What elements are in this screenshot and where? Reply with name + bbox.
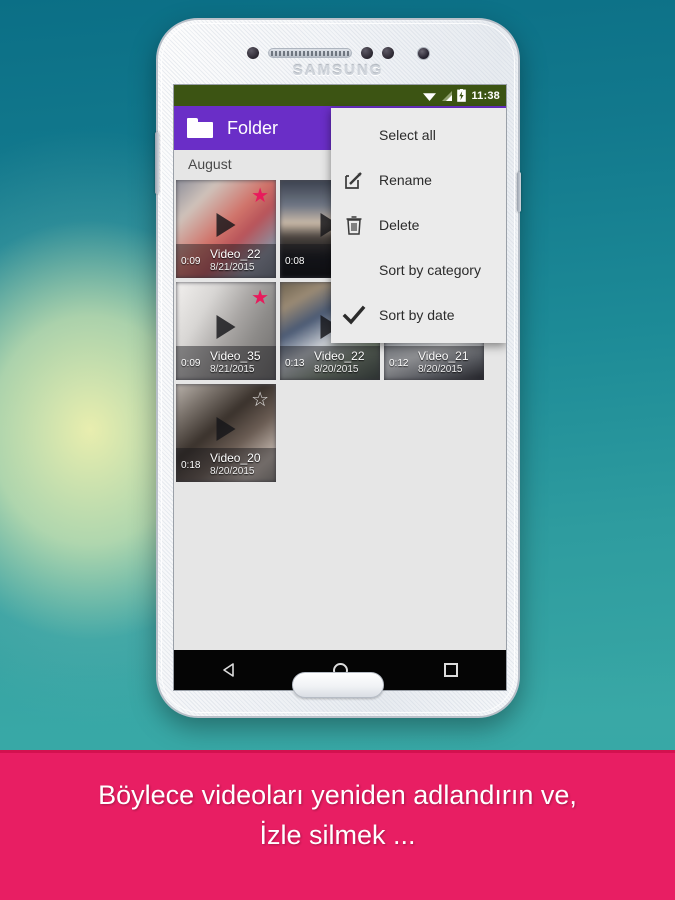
video-date: 8/20/2015 bbox=[210, 466, 255, 478]
video-thumbnail[interactable]: ☆ 0:18 Video_20 8/20/2015 bbox=[176, 384, 276, 482]
menu-item-sort-by-date[interactable]: Sort by date bbox=[331, 292, 506, 337]
video-name: Video_35 bbox=[210, 349, 261, 364]
video-duration: 0:18 bbox=[181, 459, 201, 471]
menu-item-label: Select all bbox=[379, 126, 436, 143]
back-icon bbox=[223, 663, 234, 677]
menu-item-rename[interactable]: Rename bbox=[331, 157, 506, 202]
play-icon bbox=[216, 213, 236, 238]
rename-icon bbox=[342, 168, 366, 192]
front-camera-icon bbox=[416, 46, 430, 60]
volume-button[interactable] bbox=[155, 132, 159, 194]
overflow-menu[interactable]: Select all Rename Delete Sort by category So… bbox=[331, 108, 506, 343]
status-bar-time: 11:38 bbox=[471, 89, 500, 102]
battery-charging-icon bbox=[457, 89, 467, 102]
folder-icon bbox=[187, 118, 213, 138]
video-meta: 0:09 Video_22 8/21/2015 bbox=[176, 244, 276, 278]
check-icon bbox=[342, 303, 366, 327]
star-outline-icon[interactable]: ☆ bbox=[251, 390, 269, 410]
video-meta: 0:12 Video_21 8/20/2015 bbox=[384, 346, 484, 380]
video-name: Video_22 bbox=[314, 349, 365, 364]
menu-item-label: Rename bbox=[379, 171, 432, 188]
video-thumbnail[interactable]: ★ 0:09 Video_35 8/21/2015 bbox=[176, 282, 276, 380]
video-duration: 0:08 bbox=[285, 255, 305, 267]
menu-item-icon-placeholder bbox=[342, 258, 366, 282]
video-name: Video_20 bbox=[210, 451, 261, 466]
menu-item-sort-by-category[interactable]: Sort by category bbox=[331, 247, 506, 292]
trash-icon bbox=[342, 213, 366, 237]
video-duration: 0:13 bbox=[285, 357, 305, 369]
nav-back-button[interactable] bbox=[222, 662, 238, 678]
phone-screen: 11:38 Folder August ★ 0:09 Video_22 8/21/20… bbox=[174, 85, 506, 690]
video-meta: 0:09 Video_35 8/21/2015 bbox=[176, 346, 276, 380]
video-meta: 0:18 Video_20 8/20/2015 bbox=[176, 448, 276, 482]
video-duration: 0:12 bbox=[389, 357, 409, 369]
menu-item-label: Sort by category bbox=[379, 261, 481, 278]
section-header-label: August bbox=[188, 156, 232, 172]
menu-item-icon-placeholder bbox=[342, 123, 366, 147]
led-indicator-icon bbox=[381, 47, 394, 59]
video-name: Video_21 bbox=[418, 349, 469, 364]
video-thumbnail[interactable]: ★ 0:09 Video_22 8/21/2015 bbox=[176, 180, 276, 278]
star-filled-icon[interactable]: ★ bbox=[251, 288, 269, 308]
video-date: 8/21/2015 bbox=[210, 364, 255, 376]
caption-line-2: İzle silmek ... bbox=[259, 820, 416, 850]
phone-sensors bbox=[158, 42, 518, 64]
wifi-icon bbox=[423, 92, 437, 101]
menu-item-select-all[interactable]: Select all bbox=[331, 112, 506, 157]
menu-item-label: Delete bbox=[379, 216, 420, 233]
earpiece-speaker-icon bbox=[267, 48, 352, 58]
video-meta: 0:13 Video_22 8/20/2015 bbox=[280, 346, 380, 380]
power-button[interactable] bbox=[517, 172, 521, 212]
nav-recents-button[interactable] bbox=[444, 663, 459, 677]
proximity-sensor-icon bbox=[246, 47, 259, 59]
phone-brand-label: SAMSUNG bbox=[292, 62, 384, 79]
play-icon bbox=[216, 417, 236, 442]
star-filled-icon[interactable]: ★ bbox=[251, 186, 269, 206]
video-date: 8/20/2015 bbox=[314, 364, 359, 376]
video-date: 8/20/2015 bbox=[418, 364, 463, 376]
video-duration: 0:09 bbox=[181, 255, 201, 267]
signal-icon bbox=[442, 90, 453, 101]
play-icon bbox=[216, 315, 236, 340]
video-date: 8/21/2015 bbox=[210, 262, 255, 274]
light-sensor-icon bbox=[360, 47, 373, 59]
menu-item-label: Sort by date bbox=[379, 306, 455, 323]
physical-home-button[interactable] bbox=[292, 672, 384, 698]
video-duration: 0:09 bbox=[181, 357, 201, 369]
menu-item-delete[interactable]: Delete bbox=[331, 202, 506, 247]
action-bar-title: Folder bbox=[227, 117, 279, 138]
caption-line-1: Böylece videoları yeniden adlandırın ve, bbox=[98, 780, 577, 810]
phone-device: SAMSUNG 11:38 Folder August ★ 0:09 Video… bbox=[155, 18, 521, 718]
video-name: Video_22 bbox=[210, 247, 261, 262]
status-bar: 11:38 bbox=[174, 85, 506, 106]
caption-banner: Böylece videoları yeniden adlandırın ve,… bbox=[0, 750, 675, 900]
